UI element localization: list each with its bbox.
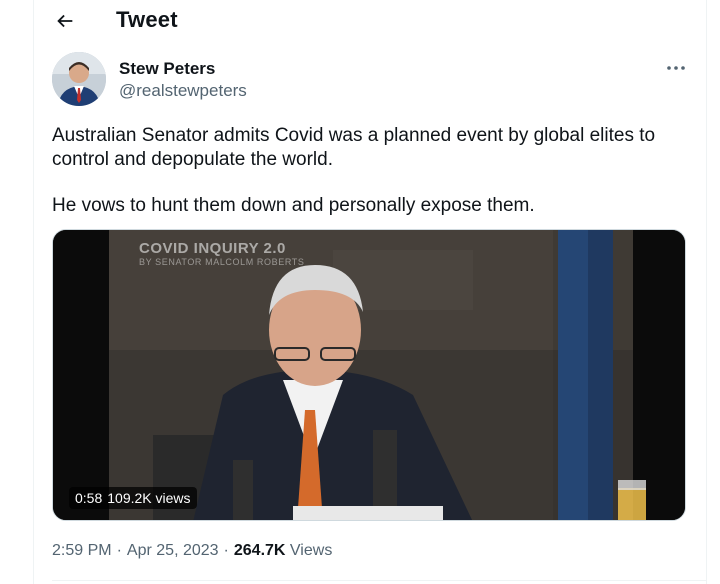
meta-separator: · (223, 542, 229, 559)
tweet-paragraph: He vows to hunt them down and personally… (52, 195, 535, 216)
arrow-left-icon (57, 14, 73, 28)
meta-separator: · (116, 542, 122, 559)
video-overlay-subtitle: BY SENATOR MALCOLM ROBERTS (139, 257, 305, 267)
views-label: Views (289, 542, 333, 559)
avatar[interactable] (52, 52, 106, 106)
author-name[interactable]: Stew Peters (119, 59, 215, 79)
tweet-date[interactable]: Apr 25, 2023 (127, 542, 219, 559)
video-overlay-title: COVID INQUIRY 2.0 (139, 240, 286, 257)
video-stats-badge: 0:58 109.2K views (69, 487, 197, 509)
tweet-page: Tweet Stew Peters @realstewpeters Austra… (0, 0, 720, 584)
tweet-author: Stew Peters @realstewpeters (52, 52, 692, 108)
page-title: Tweet (116, 7, 178, 32)
back-button[interactable] (48, 4, 82, 38)
video-duration: 0:58 (75, 490, 103, 506)
column-border-left (33, 0, 34, 584)
tweet-time[interactable]: 2:59 PM (52, 542, 112, 559)
column-border-right (706, 0, 707, 584)
video-views: 109.2K views (107, 490, 191, 506)
video-frame (53, 230, 685, 520)
view-count: 264.7K (233, 542, 286, 559)
more-options-button[interactable] (660, 54, 692, 82)
tweet-text: Australian Senator admits Covid was a pl… (52, 124, 692, 218)
divider (52, 580, 706, 581)
more-dots-icon (667, 66, 685, 70)
video-player[interactable]: COVID INQUIRY 2.0 BY SENATOR MALCOLM ROB… (52, 229, 686, 521)
avatar-image (52, 52, 106, 106)
tweet-meta: 2:59 PM · Apr 25, 2023 · 264.7K Views (52, 542, 332, 560)
author-handle[interactable]: @realstewpeters (119, 81, 247, 101)
top-bar: Tweet (34, 0, 706, 42)
tweet-paragraph: Australian Senator admits Covid was a pl… (52, 125, 656, 170)
